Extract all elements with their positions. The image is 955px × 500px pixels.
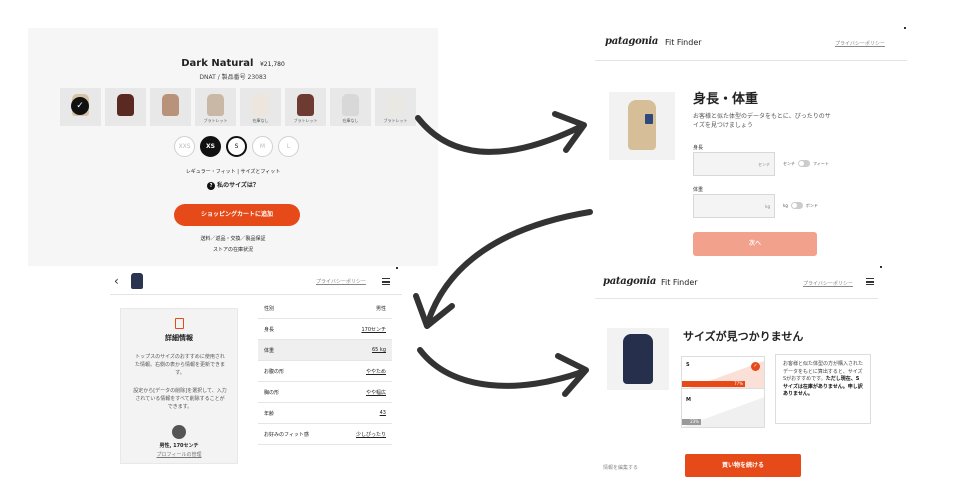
flow-arrows [413,111,593,397]
flow-arrow-1 [415,115,581,155]
